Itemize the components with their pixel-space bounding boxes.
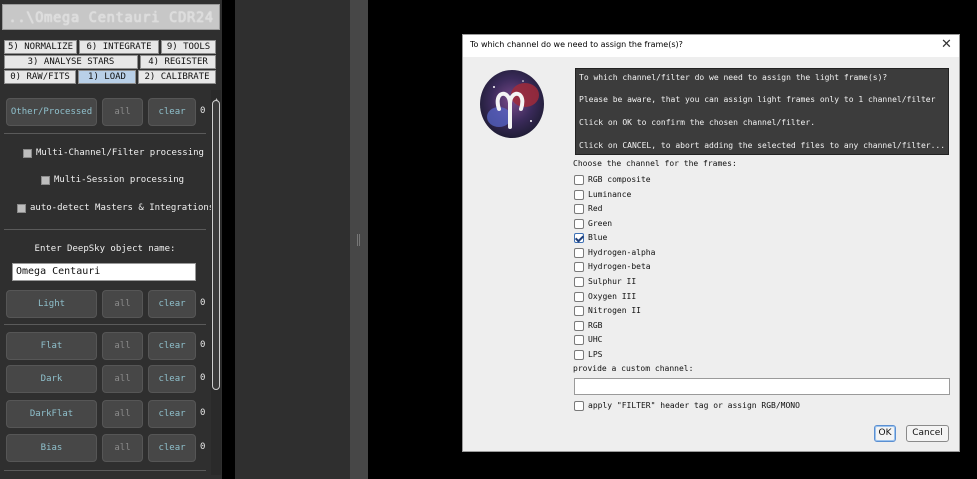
other-count: 0 xyxy=(200,106,206,116)
tab-normalize[interactable]: 5) NORMALIZE xyxy=(4,40,77,54)
channel-checkbox-hydrogen-alpha[interactable] xyxy=(574,248,584,258)
bias-all-button[interactable]: all xyxy=(102,434,143,462)
dark-button[interactable]: Dark xyxy=(6,365,97,393)
darkflat-clear-button[interactable]: clear xyxy=(148,400,196,428)
channel-checkbox-rgb-composite[interactable] xyxy=(574,175,584,185)
message-box: To which channel/filter do we need to as… xyxy=(575,68,949,155)
channel-label: Hydrogen-alpha xyxy=(588,248,656,257)
ok-button[interactable]: OK xyxy=(874,425,896,442)
light-button[interactable]: Light xyxy=(6,290,97,318)
multi-session-label: Multi-Session processing xyxy=(54,175,185,185)
bias-count: 0 xyxy=(200,442,206,452)
app-logo xyxy=(479,69,545,139)
channel-label: Sulphur II xyxy=(588,277,637,286)
bias-button[interactable]: Bias xyxy=(6,434,97,462)
channel-label: Red xyxy=(588,204,603,213)
message-line: Click on OK to confirm the chosen channe… xyxy=(579,118,816,127)
close-icon[interactable]: ✕ xyxy=(941,37,952,52)
channel-checkbox-uhc[interactable] xyxy=(574,335,584,345)
custom-channel-label: provide a custom channel: xyxy=(573,364,694,373)
channel-checkbox-rgb[interactable] xyxy=(574,321,584,331)
channel-checkbox-lps[interactable] xyxy=(574,350,584,360)
other-all-button[interactable]: all xyxy=(102,98,143,126)
channel-label: Blue xyxy=(588,233,608,242)
bias-clear-button[interactable]: clear xyxy=(148,434,196,462)
splitter-grip-icon[interactable] xyxy=(357,234,360,246)
filter-header-checkbox[interactable] xyxy=(574,401,584,411)
object-name-label: Enter DeepSky object name: xyxy=(34,244,176,254)
middle-panel xyxy=(235,0,350,479)
channel-checkbox-red[interactable] xyxy=(574,204,584,214)
channel-assign-dialog: To which channel do we need to assign th… xyxy=(462,34,960,452)
left-panel: ..\Omega Centauri CDR24 5) NORMALIZE 6) … xyxy=(0,0,222,479)
divider xyxy=(4,133,206,134)
channel-checkbox-oxygen-iii[interactable] xyxy=(574,292,584,302)
dark-all-button[interactable]: all xyxy=(102,365,143,393)
dialog-title: To which channel do we need to assign th… xyxy=(470,40,683,49)
message-line: To which channel/filter do we need to as… xyxy=(579,73,888,82)
channel-label: Oxygen III xyxy=(588,292,637,301)
flat-button[interactable]: Flat xyxy=(6,332,97,360)
tab-register[interactable]: 4) REGISTER xyxy=(140,55,216,69)
channel-label: LPS xyxy=(588,350,603,359)
channel-label: Green xyxy=(588,219,613,228)
light-count: 0 xyxy=(200,298,206,308)
channel-checkbox-luminance[interactable] xyxy=(574,190,584,200)
channel-checkbox-sulphur-ii[interactable] xyxy=(574,277,584,287)
darkflat-all-button[interactable]: all xyxy=(102,400,143,428)
tab-integrate[interactable]: 6) INTEGRATE xyxy=(79,40,159,54)
dark-clear-button[interactable]: clear xyxy=(148,365,196,393)
flat-all-button[interactable]: all xyxy=(102,332,143,360)
tab-load[interactable]: 1) LOAD xyxy=(78,70,136,84)
channel-checkbox-green[interactable] xyxy=(574,219,584,229)
divider xyxy=(4,324,206,325)
darkflat-count: 0 xyxy=(200,408,206,418)
channel-label: Hydrogen-beta xyxy=(588,262,651,271)
channel-label: Luminance xyxy=(588,190,632,199)
tab-tools[interactable]: 9) TOOLS xyxy=(161,40,216,54)
custom-channel-input[interactable] xyxy=(574,378,950,395)
other-clear-button[interactable]: clear xyxy=(148,98,196,126)
cancel-button[interactable]: Cancel xyxy=(906,425,949,442)
filter-header-label: apply "FILTER" header tag or assign RGB/… xyxy=(588,401,800,410)
auto-detect-label: auto-detect Masters & Integrations xyxy=(30,203,215,213)
other-processed-button[interactable]: Other/Processed xyxy=(6,98,97,126)
divider xyxy=(4,229,206,230)
channel-checkbox-hydrogen-beta[interactable] xyxy=(574,262,584,272)
scrollbar-thumb[interactable] xyxy=(212,100,220,390)
auto-detect-checkbox[interactable] xyxy=(17,204,26,213)
light-clear-button[interactable]: clear xyxy=(148,290,196,318)
multi-channel-label: Multi-Channel/Filter processing xyxy=(36,148,204,158)
channel-label: UHC xyxy=(588,335,603,344)
object-name-input[interactable]: Omega Centauri xyxy=(12,263,196,281)
tab-calibrate[interactable]: 2) CALIBRATE xyxy=(138,70,216,84)
multi-channel-checkbox[interactable] xyxy=(23,149,32,158)
channel-label: RGB xyxy=(588,321,603,330)
channel-label: RGB composite xyxy=(588,175,651,184)
channel-label: Nitrogen II xyxy=(588,306,641,315)
tab-analyse-stars[interactable]: 3) ANALYSE STARS xyxy=(4,55,138,69)
darkflat-button[interactable]: DarkFlat xyxy=(6,400,97,428)
project-title: ..\Omega Centauri CDR24 xyxy=(2,4,220,30)
divider xyxy=(4,470,206,471)
panel-gap xyxy=(222,0,235,479)
message-line: Please be aware, that you can assign lig… xyxy=(579,95,936,104)
light-all-button[interactable]: all xyxy=(102,290,143,318)
message-line: Click on CANCEL, to abort adding the sel… xyxy=(579,141,946,150)
multi-session-checkbox[interactable] xyxy=(41,176,50,185)
dark-count: 0 xyxy=(200,373,206,383)
channel-checkbox-nitrogen-ii[interactable] xyxy=(574,306,584,316)
tab-raw-fits[interactable]: 0) RAW/FITS xyxy=(4,70,76,84)
flat-clear-button[interactable]: clear xyxy=(148,332,196,360)
channel-checkbox-blue[interactable] xyxy=(574,233,584,243)
choose-channel-label: Choose the channel for the frames: xyxy=(573,159,737,168)
scroll-up-icon[interactable] xyxy=(213,90,220,104)
flat-count: 0 xyxy=(200,340,206,350)
